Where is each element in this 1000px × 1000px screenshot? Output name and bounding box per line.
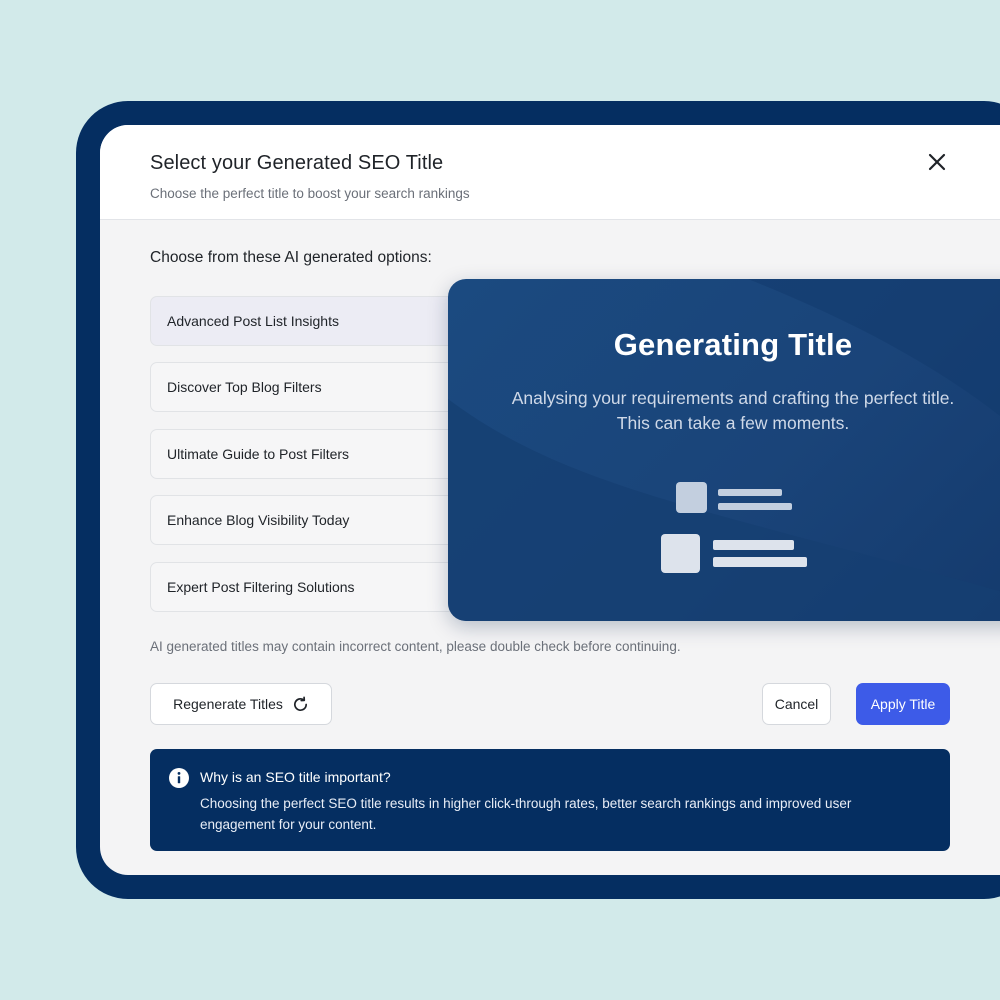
modal-header: Select your Generated SEO Title Choose t… [100, 125, 1000, 220]
ai-disclaimer: AI generated titles may contain incorrec… [150, 639, 681, 654]
info-icon [168, 767, 190, 789]
regenerate-label: Regenerate Titles [173, 696, 283, 712]
document-lines-icon [661, 482, 807, 573]
generating-message-line2: This can take a few moments. [616, 413, 850, 433]
apply-title-button[interactable]: Apply Title [856, 683, 950, 725]
generating-message-line1: Analysing your requirements and crafting… [511, 388, 955, 408]
modal-title: Select your Generated SEO Title [150, 152, 444, 174]
modal-subtitle: Choose the perfect title to boost your s… [150, 186, 470, 201]
close-icon[interactable] [924, 149, 950, 175]
options-heading: Choose from these AI generated options: [150, 249, 432, 266]
generating-title: Generating Title [613, 327, 853, 362]
generating-message: Analysing your requirements and crafting… [448, 386, 1000, 436]
cancel-button[interactable]: Cancel [762, 683, 831, 725]
info-title: Why is an SEO title important? [200, 769, 391, 785]
refresh-icon [292, 695, 309, 713]
generating-title-card: Generating Title Analysing your requirem… [448, 279, 1000, 621]
info-body: Choosing the perfect SEO title results i… [200, 796, 852, 832]
seo-info-box: Why is an SEO title important? Choosing … [150, 749, 950, 851]
regenerate-titles-button[interactable]: Regenerate Titles [150, 683, 332, 725]
